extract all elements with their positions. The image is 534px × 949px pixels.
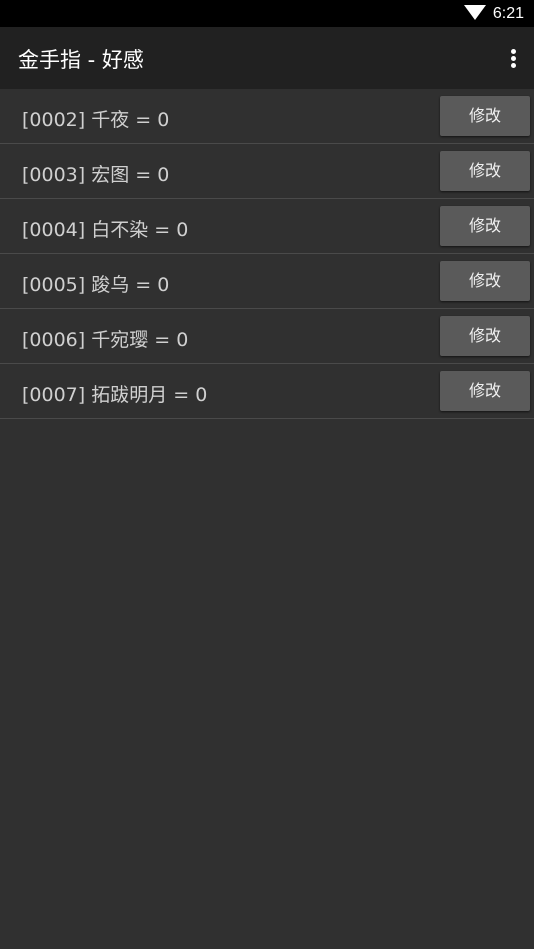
item-label: [0004] 白不染 = 0 [22, 219, 189, 241]
list-item: [0003] 宏图 = 0 修改 [0, 144, 534, 199]
edit-button[interactable]: 修改 [440, 316, 530, 356]
list-item: [0004] 白不染 = 0 修改 [0, 199, 534, 254]
list-item: [0006] 千宛璎 = 0 修改 [0, 309, 534, 364]
list-item: [0007] 拓跋明月 = 0 修改 [0, 364, 534, 419]
item-label: [0002] 千夜 = 0 [22, 109, 170, 131]
status-time: 6:21 [492, 5, 524, 22]
item-label: [0007] 拓跋明月 = 0 [22, 384, 208, 406]
page-title: 金手指 - 好感 [18, 48, 144, 72]
status-bar: 6:21 [0, 0, 534, 27]
edit-button[interactable]: 修改 [440, 371, 530, 411]
edit-button[interactable]: 修改 [440, 261, 530, 301]
item-label: [0005] 踆乌 = 0 [22, 274, 170, 296]
edit-button[interactable]: 修改 [440, 96, 530, 136]
app-bar: 金手指 - 好感 [0, 27, 534, 89]
item-label: [0003] 宏图 = 0 [22, 164, 170, 186]
more-vert-icon[interactable] [510, 49, 516, 69]
list-item: [0005] 踆乌 = 0 修改 [0, 254, 534, 309]
edit-button[interactable]: 修改 [440, 206, 530, 246]
edit-button[interactable]: 修改 [440, 151, 530, 191]
value-list: [0002] 千夜 = 0 修改 [0003] 宏图 = 0 修改 [0004]… [0, 89, 534, 419]
item-label: [0006] 千宛璎 = 0 [22, 329, 189, 351]
wifi-icon [464, 5, 486, 20]
list-item: [0002] 千夜 = 0 修改 [0, 89, 534, 144]
